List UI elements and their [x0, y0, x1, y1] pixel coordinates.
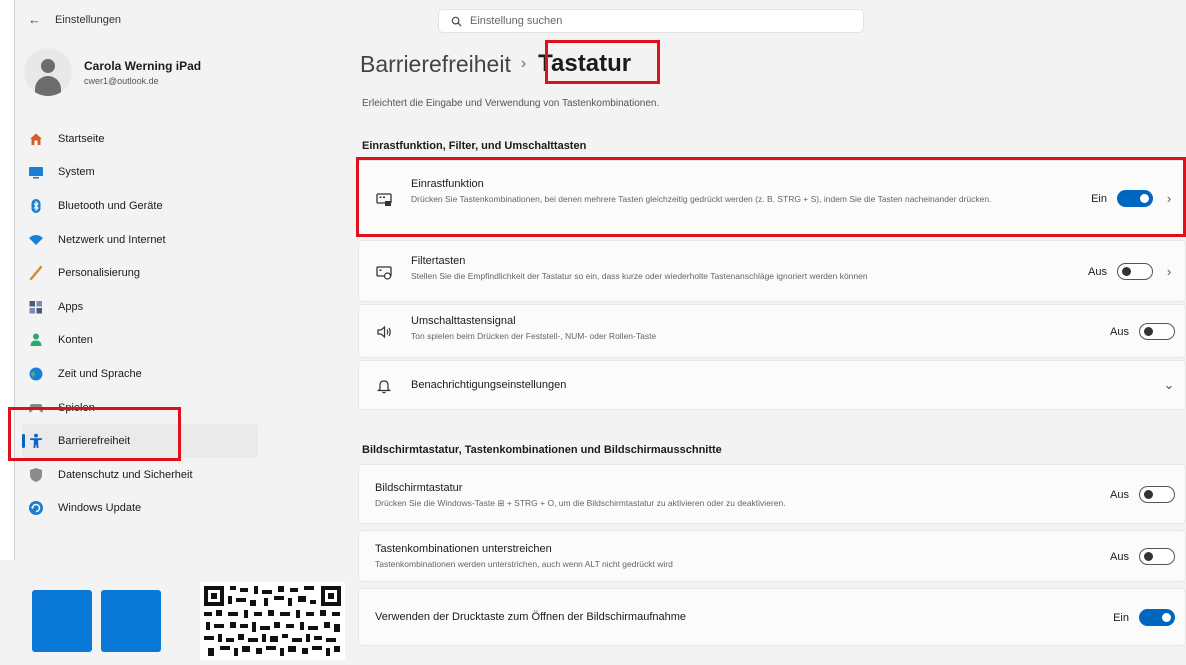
breadcrumb: Barrierefreiheit › Tastatur: [360, 50, 631, 78]
sticky-keys-icon: [375, 190, 393, 208]
brush-icon: [28, 265, 44, 281]
filter-keys-icon: [375, 263, 393, 281]
sidebar-item-konten[interactable]: Konten: [22, 324, 258, 358]
sidebar-item-personalisierung[interactable]: Personalisierung: [22, 256, 258, 290]
setting-card-bildschirmtastatur[interactable]: Bildschirmtastatur Drücken Sie die Windo…: [358, 464, 1186, 524]
sidebar-item-label: Konten: [58, 334, 93, 347]
sidebar-item-label: Datenschutz und Sicherheit: [58, 468, 193, 481]
setting-title: Tastenkombinationen unterstreichen: [375, 543, 552, 555]
windows-logo-left: [32, 590, 92, 652]
sidebar-item-system[interactable]: System: [22, 156, 258, 190]
sidebar-item-label: Netzwerk und Internet: [58, 233, 166, 246]
sidebar-nav: Startseite System Bluetooth und Geräte N…: [22, 122, 258, 525]
chevron-down-icon[interactable]: ⌄: [1163, 377, 1175, 393]
home-icon: [28, 131, 44, 147]
window-left-edge: [0, 0, 15, 560]
setting-title: Filtertasten: [411, 255, 466, 267]
user-name: Carola Werning iPad: [84, 58, 202, 73]
user-profile[interactable]: Carola Werning iPad cwer1@outlook.de: [24, 48, 201, 96]
shield-icon: [28, 467, 44, 483]
toggle-state-label: Ein: [1091, 192, 1107, 205]
update-icon: [28, 500, 44, 516]
sidebar-item-label: Apps: [58, 300, 84, 313]
page-title: Tastatur: [538, 50, 632, 77]
back-arrow-icon[interactable]: ←: [28, 12, 41, 27]
breadcrumb-parent[interactable]: Barrierefreiheit: [360, 51, 511, 78]
active-indicator: [22, 434, 25, 449]
account-icon: [28, 332, 44, 348]
setting-description: Drücken Sie die Windows-Taste ⊞ + STRG +…: [375, 498, 786, 508]
section-heading: Einrastfunktion, Filter, und Umschalttas…: [362, 140, 587, 152]
breadcrumb-separator: ›: [520, 55, 527, 72]
bildschirmtastatur-toggle[interactable]: [1139, 486, 1175, 503]
globe-clock-icon: [28, 366, 44, 382]
drucktaste-toggle[interactable]: [1139, 609, 1175, 626]
setting-title: Einrastfunktion: [411, 178, 484, 190]
monitor-icon: [28, 164, 44, 180]
sidebar-item-label: Barrierefreiheit: [58, 435, 131, 448]
sidebar-item-barrierefreiheit[interactable]: Barrierefreiheit: [22, 424, 258, 458]
setting-card-filtertasten[interactable]: Filtertasten Stellen Sie die Empfindlich…: [358, 240, 1186, 302]
sidebar-item-startseite[interactable]: Startseite: [22, 122, 258, 156]
speaker-icon: [375, 323, 393, 341]
search-placeholder: Einstellung suchen: [470, 15, 563, 27]
toggle-state-label: Ein: [1113, 611, 1129, 624]
sidebar-item-apps[interactable]: Apps: [22, 290, 258, 324]
setting-card-benachrichtigungen[interactable]: Benachrichtigungseinstellungen ⌄: [358, 360, 1186, 410]
section-heading: Bildschirmtastatur, Tastenkombinationen …: [362, 444, 722, 456]
setting-description: Stellen Sie die Empfindlichkeit der Tast…: [411, 271, 868, 281]
toggle-state-label: Aus: [1088, 265, 1107, 278]
apps-icon: [28, 299, 44, 315]
sidebar-item-windows-update[interactable]: Windows Update: [22, 492, 258, 526]
chevron-right-icon[interactable]: ›: [1163, 191, 1175, 206]
toggle-state-label: Aus: [1110, 325, 1129, 338]
qr-code-icon: [200, 582, 345, 660]
sidebar-item-label: Zeit und Sprache: [58, 367, 142, 380]
accessibility-icon: [28, 433, 44, 449]
app-title: Einstellungen: [55, 13, 122, 26]
setting-card-drucktaste[interactable]: Verwenden der Drucktaste zum Öffnen der …: [358, 588, 1186, 646]
avatar: [24, 48, 72, 96]
toggle-state-label: Aus: [1110, 550, 1129, 563]
filtertasten-toggle[interactable]: [1117, 263, 1153, 280]
setting-title: Umschalttastensignal: [411, 315, 516, 327]
setting-description: Drücken Sie Tastenkombinationen, bei den…: [411, 194, 992, 204]
toggle-state-label: Aus: [1110, 488, 1129, 501]
setting-card-einrastfunktion[interactable]: Einrastfunktion Drücken Sie Tastenkombin…: [358, 160, 1186, 236]
sidebar-item-netzwerk[interactable]: Netzwerk und Internet: [22, 223, 258, 257]
sidebar-item-label: Spielen: [58, 401, 95, 414]
chevron-right-icon[interactable]: ›: [1163, 264, 1175, 279]
sidebar-item-label: Personalisierung: [58, 267, 140, 280]
sidebar-item-zeit[interactable]: Zeit und Sprache: [22, 357, 258, 391]
sidebar-item-label: Windows Update: [58, 502, 142, 515]
search-input[interactable]: Einstellung suchen: [438, 9, 864, 33]
sidebar-item-spielen[interactable]: Spielen: [22, 391, 258, 425]
setting-title: Bildschirmtastatur: [375, 482, 463, 494]
gamepad-icon: [28, 400, 44, 416]
umschalttastensignal-toggle[interactable]: [1139, 323, 1175, 340]
bell-icon: [375, 377, 393, 395]
setting-card-tastenkombinationen[interactable]: Tastenkombinationen unterstreichen Taste…: [358, 530, 1186, 582]
page-subtitle: Erleichtert die Eingabe und Verwendung v…: [362, 98, 660, 109]
user-email: cwer1@outlook.de: [84, 75, 159, 86]
setting-description: Tastenkombinationen werden unterstrichen…: [375, 559, 673, 569]
search-icon: [451, 16, 462, 27]
setting-description: Ton spielen beim Drücken der Feststell-,…: [411, 331, 657, 341]
app-header: ← Einstellungen: [28, 12, 121, 27]
windows-logo-right: [101, 590, 161, 652]
sidebar-item-label: System: [58, 166, 95, 179]
sidebar-item-label: Startseite: [58, 132, 105, 145]
setting-card-umschalttastensignal[interactable]: Umschalttastensignal Ton spielen beim Dr…: [358, 304, 1186, 358]
tastenkombinationen-toggle[interactable]: [1139, 548, 1175, 565]
setting-title: Benachrichtigungseinstellungen: [411, 379, 567, 391]
sidebar-item-datenschutz[interactable]: Datenschutz und Sicherheit: [22, 458, 258, 492]
wifi-icon: [28, 232, 44, 248]
sidebar-item-bluetooth[interactable]: Bluetooth und Geräte: [22, 189, 258, 223]
sidebar-item-label: Bluetooth und Geräte: [58, 199, 163, 212]
setting-title: Verwenden der Drucktaste zum Öffnen der …: [375, 611, 687, 623]
einrastfunktion-toggle[interactable]: [1117, 190, 1153, 207]
bluetooth-icon: [28, 198, 44, 214]
